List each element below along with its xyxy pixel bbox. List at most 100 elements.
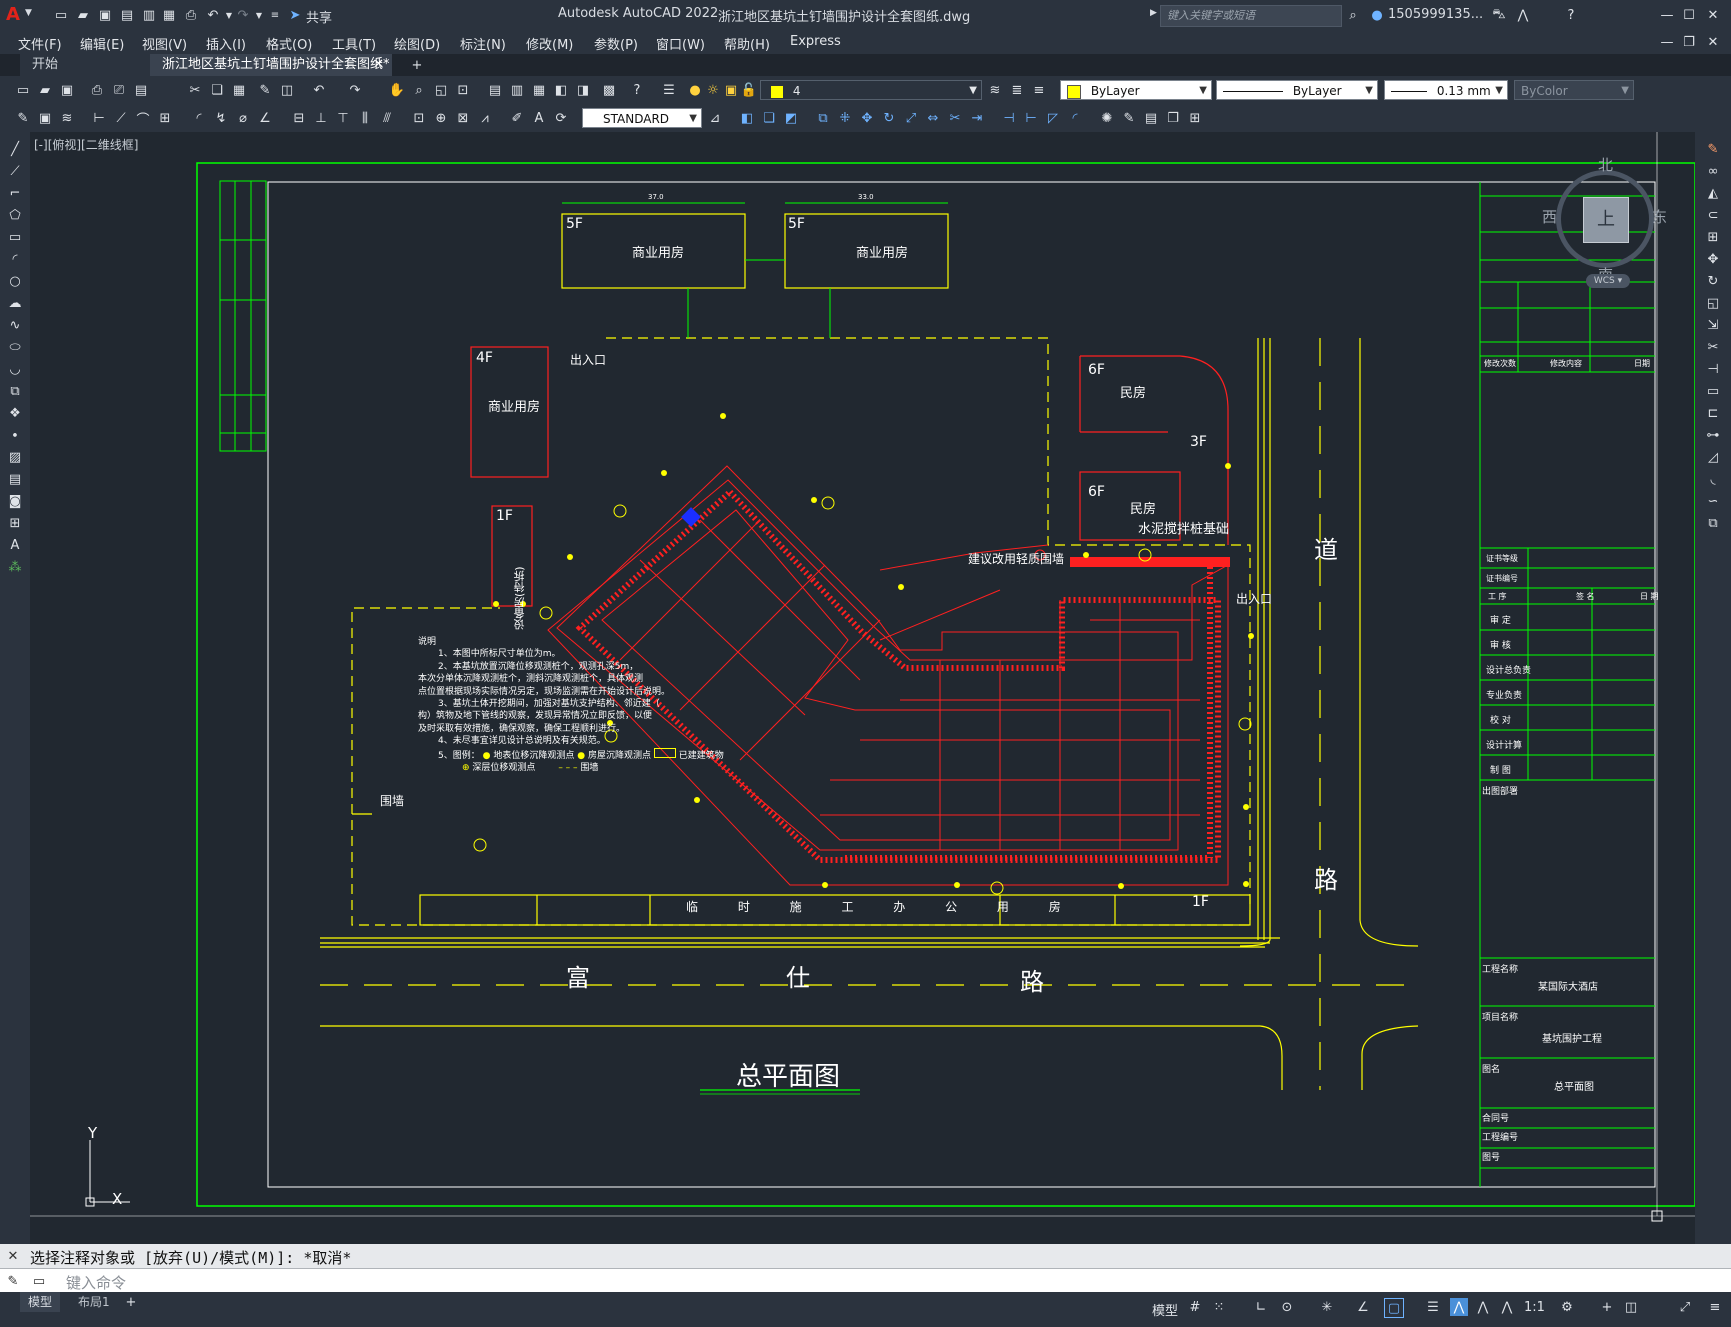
open-from-web-icon[interactable]: ▥ (140, 6, 158, 24)
tb-calc-icon[interactable]: ▩ (600, 81, 618, 99)
tab-start[interactable]: 开始 (20, 54, 150, 76)
tb-tool-palette-icon[interactable]: ▦ (530, 81, 548, 99)
tb-layer-manager-icon[interactable]: ☰ (660, 81, 678, 99)
tb-cut-icon[interactable]: ✂ (186, 81, 204, 99)
dim-ordinate-icon[interactable]: ⊞ (156, 109, 174, 127)
tb-copy-icon[interactable]: ❏ (208, 81, 226, 99)
annotation-scale-icon[interactable]: ⋀ (1498, 1298, 1516, 1316)
plotstyle-dropdown[interactable]: ByColor ▼ (1514, 80, 1634, 100)
rt-copy-icon[interactable]: ∞ (1704, 162, 1722, 180)
customize-status-icon[interactable]: ≡ (1706, 1298, 1724, 1316)
layout-tab-model[interactable]: 模型 (20, 1292, 61, 1312)
tab-close-icon[interactable]: ✕ (373, 54, 384, 76)
close-icon[interactable]: ✕ (1704, 6, 1722, 24)
command-line[interactable]: ✎ ▭ 键入命令 (0, 1268, 1731, 1293)
menu-express[interactable]: Express (790, 34, 841, 49)
search-input[interactable]: 键入关键字或短语 (1160, 5, 1342, 27)
hatch-icon[interactable]: ▨ (6, 448, 24, 466)
autocad-logo-icon[interactable]: A (6, 4, 20, 25)
modify-pedit-icon[interactable]: ✎ (1120, 109, 1138, 127)
minimize-icon[interactable]: — (1658, 6, 1676, 24)
modify-fillet-icon[interactable]: ◜ (1066, 109, 1084, 127)
add-selected-icon[interactable]: ⁂ (6, 558, 24, 576)
draw-rectangle-icon[interactable]: ▭ (6, 228, 24, 246)
draw-ellipse-icon[interactable]: ⬭ (6, 338, 24, 356)
dim-text-edit-icon[interactable]: A (530, 109, 548, 127)
lineweight-dropdown[interactable]: 0.13 mm ▼ (1384, 80, 1508, 100)
rt-stretch-icon[interactable]: ⇲ (1704, 316, 1722, 334)
osnap-icon[interactable]: ∠ (1354, 1298, 1372, 1316)
command-input[interactable]: 键入命令 (66, 1272, 126, 1293)
command-close-icon[interactable]: ✕ (4, 1247, 22, 1265)
tolerance-icon[interactable]: ⊡ (410, 109, 428, 127)
draw-polygon-icon[interactable]: ⬠ (6, 206, 24, 224)
layer-vp-freeze-icon[interactable]: ▣ (722, 81, 740, 99)
help-icon[interactable]: ? (1562, 6, 1580, 24)
tb2-edit-icon[interactable]: ✎ (14, 109, 32, 127)
open-file-icon[interactable]: ▰ (74, 6, 92, 24)
user-name[interactable]: 1505999135... (1388, 7, 1483, 22)
dim-radius-icon[interactable]: ◜ (190, 109, 208, 127)
modify-scale-icon[interactable]: ⤢ (902, 109, 920, 127)
menu-file[interactable]: 文件(F) (18, 34, 62, 53)
add-layout-icon[interactable]: + (122, 1293, 140, 1311)
layer-state-icon[interactable]: ≡ (1030, 81, 1048, 99)
drawing-canvas[interactable]: [-][俯视][二维线框] 37.0 33.0 5F 商业用房 5F 商业用房 … (30, 132, 1695, 1244)
menu-help[interactable]: 帮助(H) (724, 34, 770, 53)
dim-quick-icon[interactable]: ⊟ (290, 109, 308, 127)
new-file-icon[interactable]: ▭ (52, 6, 70, 24)
tb-match-icon[interactable]: ✎ (256, 81, 274, 99)
rt-trim-icon[interactable]: ✂ (1704, 338, 1722, 356)
tb-save-icon[interactable]: ▣ (58, 81, 76, 99)
draw-revcloud-icon[interactable]: ☁ (6, 294, 24, 312)
tb-markup-icon[interactable]: ◨ (574, 81, 592, 99)
customize-qat-icon[interactable]: ≡ (266, 6, 284, 24)
menu-parametric[interactable]: 参数(P) (594, 34, 638, 53)
command-customize-icon[interactable]: ✎ (4, 1272, 22, 1290)
doc-minimize-icon[interactable]: — (1658, 33, 1676, 51)
rt-blend-icon[interactable]: ∽ (1704, 492, 1722, 510)
modify-properties-icon[interactable]: ▤ (1142, 109, 1160, 127)
dim-break-icon[interactable]: ⫻ (378, 109, 396, 127)
lineweight-toggle-icon[interactable]: ☰ (1424, 1298, 1442, 1316)
tb-redo-icon[interactable]: ↷ (346, 81, 364, 99)
insert-block-icon[interactable]: ⧉ (6, 382, 24, 400)
tb2-layer-icon[interactable]: ≋ (58, 109, 76, 127)
osnap-tracking-icon[interactable]: ✳ (1318, 1298, 1336, 1316)
tb-new-icon[interactable]: ▭ (14, 81, 32, 99)
dim-update-icon[interactable]: ⟳ (552, 109, 570, 127)
selection-cycling-icon[interactable]: ▢ (1384, 1298, 1404, 1318)
modify-matchprop-icon[interactable]: ❐ (1164, 109, 1182, 127)
dim-aligned-icon[interactable]: ⟋ (112, 109, 130, 127)
dim-diameter-icon[interactable]: ⌀ (234, 109, 252, 127)
viewcube[interactable]: 上 北 南 西 东 (1540, 154, 1670, 284)
dimstyle-manager-icon[interactable]: ⊿ (706, 109, 724, 127)
auto-scale-icon[interactable]: ⋀ (1474, 1298, 1492, 1316)
tb-pan-icon[interactable]: ✋ (388, 81, 406, 99)
save-to-web-icon[interactable]: ▦ (160, 6, 178, 24)
layer-lock-icon[interactable]: 🔓 (740, 81, 758, 99)
rt-offset-icon[interactable]: ⊂ (1704, 206, 1722, 224)
rt-mirror-icon[interactable]: ◭ (1704, 184, 1722, 202)
viewcube-face[interactable]: 上 (1583, 197, 1629, 243)
modify-group-icon[interactable]: ⊞ (1186, 109, 1204, 127)
tb-publish-icon[interactable]: ▤ (132, 81, 150, 99)
menu-draw[interactable]: 绘图(D) (394, 34, 440, 53)
gradient-icon[interactable]: ▤ (6, 470, 24, 488)
draw-polyline-icon[interactable]: ⌐ (6, 184, 24, 202)
maximize-icon[interactable]: ☐ (1680, 6, 1698, 24)
make-block-icon[interactable]: ❖ (6, 404, 24, 422)
viewcube-east[interactable]: 东 (1652, 206, 1667, 227)
doc-restore-icon[interactable]: ❐ (1680, 33, 1698, 51)
rt-fillet-icon[interactable]: ◟ (1704, 470, 1722, 488)
menu-tools[interactable]: 工具(T) (332, 34, 376, 53)
ortho-icon[interactable]: ∟ (1252, 1298, 1270, 1316)
menu-dimension[interactable]: 标注(N) (460, 34, 506, 53)
rt-join-icon[interactable]: ⊶ (1704, 426, 1722, 444)
draw-line-icon[interactable]: ╱ (6, 140, 24, 158)
menu-view[interactable]: 视图(V) (142, 34, 187, 53)
rt-extend-icon[interactable]: ⊣ (1704, 360, 1722, 378)
color-dropdown[interactable]: ByLayer ▼ (1060, 80, 1212, 100)
modify-join-icon[interactable]: ⊢ (1022, 109, 1040, 127)
modify-trim-icon[interactable]: ✂ (946, 109, 964, 127)
